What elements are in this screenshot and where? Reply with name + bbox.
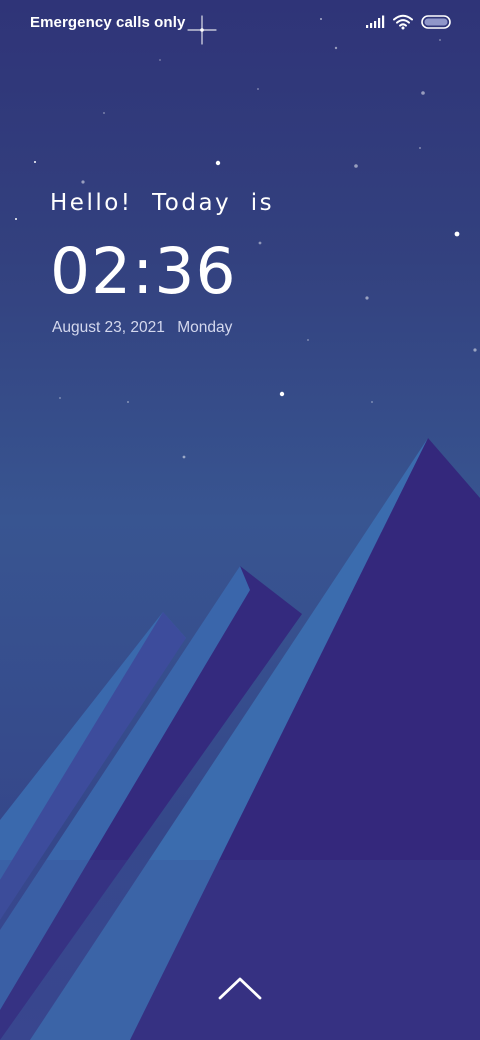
date-row: August 23, 2021 Monday (52, 319, 232, 337)
weekday-text: Monday (177, 319, 233, 336)
lock-screen[interactable]: Emergency calls only Hello! Today is 02:… (0, 0, 480, 1040)
carrier-status-text: Emergency calls only (30, 14, 186, 31)
status-icons (365, 13, 452, 31)
chevron-up-icon (218, 977, 262, 1000)
wifi-icon (393, 14, 413, 30)
clock-time: 02:36 (50, 235, 237, 308)
signal-icon (366, 15, 385, 28)
date-text: August 23, 2021 (52, 319, 165, 336)
greeting-text: Hello! Today is (50, 190, 275, 216)
battery-icon (421, 15, 451, 29)
swipe-up-button[interactable] (214, 968, 266, 1008)
mountains (0, 438, 480, 1040)
status-bar: Emergency calls only (0, 0, 480, 46)
wallpaper (0, 15, 480, 1040)
